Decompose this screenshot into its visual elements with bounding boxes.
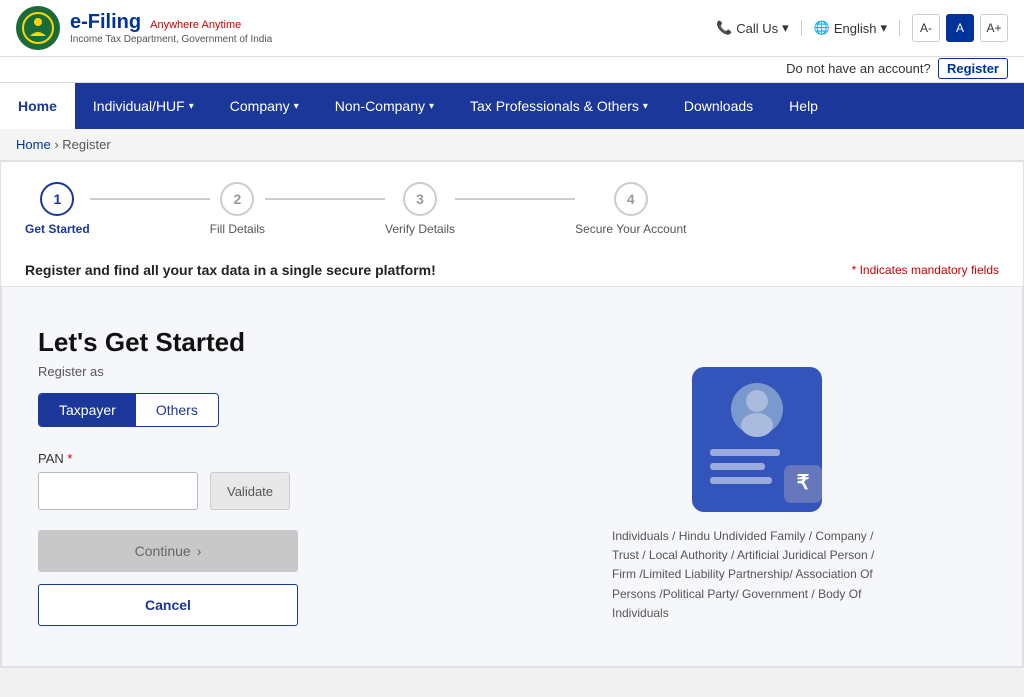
top-right-controls: 📞 Call Us ▾ 🌐 English ▾ A- A A+ [716, 14, 1008, 42]
step-3-label: Verify Details [385, 222, 455, 236]
step-4-label: Secure Your Account [575, 222, 686, 236]
nav-individual[interactable]: Individual/HUF ▾ [75, 83, 212, 129]
efiling-tagline: Anywhere Anytime [150, 19, 241, 31]
nav-help[interactable]: Help [771, 83, 836, 129]
globe-icon: 🌐 [814, 20, 830, 36]
font-controls: A- A A+ [912, 14, 1008, 42]
step-2-label: Fill Details [210, 222, 265, 236]
step-1: 1 Get Started [25, 182, 90, 236]
breadcrumb: Home › Register [0, 129, 1024, 161]
emblem-icon [16, 6, 60, 50]
nav-tax-professionals-label: Tax Professionals & Others [470, 98, 639, 114]
logo-subtitle: Income Tax Department, Government of Ind… [70, 34, 272, 46]
nav-company[interactable]: Company ▾ [212, 83, 317, 129]
language-selector[interactable]: 🌐 English ▾ [814, 20, 900, 36]
efiling-label: e-Filing Anywhere Anytime [70, 10, 272, 34]
language-label: English [834, 21, 877, 36]
taxpayer-toggle-button[interactable]: Taxpayer [39, 394, 136, 426]
nav-home[interactable]: Home [0, 83, 75, 129]
step-connector-3-4 [455, 198, 575, 200]
form-title: Let's Get Started [38, 327, 458, 358]
mandatory-note: * Indicates mandatory fields [852, 263, 999, 277]
step-2-circle: 2 [220, 182, 254, 216]
validate-button[interactable]: Validate [210, 472, 290, 510]
others-toggle-button[interactable]: Others [136, 394, 218, 426]
stepper-area: 1 Get Started 2 Fill Details 3 Verify De… [1, 162, 1023, 262]
register-type-toggle: Taxpayer Others [38, 393, 219, 427]
tagline-text: Register and find all your tax data in a… [25, 262, 436, 278]
step-connector-2-3 [265, 198, 385, 200]
continue-label: Continue [135, 543, 191, 559]
register-as-label: Register as [38, 364, 458, 379]
nav-noncompany-arrow: ▾ [429, 101, 434, 112]
breadcrumb-current: Register [62, 137, 110, 152]
step-2: 2 Fill Details [210, 182, 265, 236]
nav-home-label: Home [18, 98, 57, 114]
stepper: 1 Get Started 2 Fill Details 3 Verify De… [25, 182, 999, 236]
nav-help-label: Help [789, 98, 818, 114]
phone-icon: 📞 [716, 20, 732, 36]
main-nav: Home Individual/HUF ▾ Company ▾ Non-Comp… [0, 83, 1024, 129]
nav-noncompany[interactable]: Non-Company ▾ [317, 83, 452, 129]
svg-text:₹: ₹ [797, 472, 810, 494]
step-1-circle: 1 [40, 182, 74, 216]
nav-company-label: Company [230, 98, 290, 114]
step-3: 3 Verify Details [385, 182, 455, 236]
illustration-caption: Individuals / Hindu Undivided Family / C… [612, 527, 892, 623]
logo-area: e-Filing Anywhere Anytime Income Tax Dep… [16, 6, 272, 50]
step-1-label: Get Started [25, 222, 90, 236]
breadcrumb-home[interactable]: Home [16, 137, 51, 152]
left-panel: Let's Get Started Register as Taxpayer O… [38, 327, 458, 626]
pan-input[interactable] [38, 472, 198, 510]
tagline-area: Register and find all your tax data in a… [1, 262, 1023, 286]
call-us-button[interactable]: 📞 Call Us ▾ [716, 20, 802, 36]
nav-individual-arrow: ▾ [189, 101, 194, 112]
page-content-wrapper: 1 Get Started 2 Fill Details 3 Verify De… [0, 161, 1024, 668]
font-medium-button[interactable]: A [946, 14, 974, 42]
nav-downloads[interactable]: Downloads [666, 83, 771, 129]
call-us-arrow: ▾ [782, 20, 789, 36]
font-decrease-button[interactable]: A- [912, 14, 940, 42]
continue-arrow-icon: › [197, 543, 202, 559]
top-bar: e-Filing Anywhere Anytime Income Tax Dep… [0, 0, 1024, 57]
register-prompt-text: Do not have an account? [786, 61, 931, 76]
step-4-circle: 4 [614, 182, 648, 216]
nav-tax-professionals[interactable]: Tax Professionals & Others ▾ [452, 83, 666, 129]
pan-required-marker: * [67, 451, 72, 466]
nav-tax-professionals-arrow: ▾ [643, 101, 648, 112]
font-increase-button[interactable]: A+ [980, 14, 1008, 42]
step-connector-1-2 [90, 198, 210, 200]
step-4: 4 Secure Your Account [575, 182, 686, 236]
pan-row: Validate [38, 472, 458, 510]
illustration: ₹ [672, 337, 832, 507]
efiling-main: e-Filing [70, 11, 141, 33]
register-prompt-bar: Do not have an account? Register [0, 57, 1024, 83]
logo-text: e-Filing Anywhere Anytime Income Tax Dep… [70, 10, 272, 46]
main-content: Let's Get Started Register as Taxpayer O… [1, 286, 1023, 667]
right-panel: ₹ Individuals / Hindu Undivided Family /… [518, 327, 986, 626]
continue-button[interactable]: Continue › [38, 530, 298, 572]
call-us-label: Call Us [736, 21, 778, 36]
nav-company-arrow: ▾ [294, 101, 299, 112]
nav-noncompany-label: Non-Company [335, 98, 425, 114]
lang-arrow: ▾ [880, 20, 887, 36]
cancel-button[interactable]: Cancel [38, 584, 298, 626]
nav-downloads-label: Downloads [684, 98, 753, 114]
illustration-svg: ₹ [672, 337, 842, 517]
pan-label: PAN * [38, 451, 458, 466]
nav-individual-label: Individual/HUF [93, 98, 185, 114]
register-link[interactable]: Register [938, 58, 1008, 79]
step-3-circle: 3 [403, 182, 437, 216]
